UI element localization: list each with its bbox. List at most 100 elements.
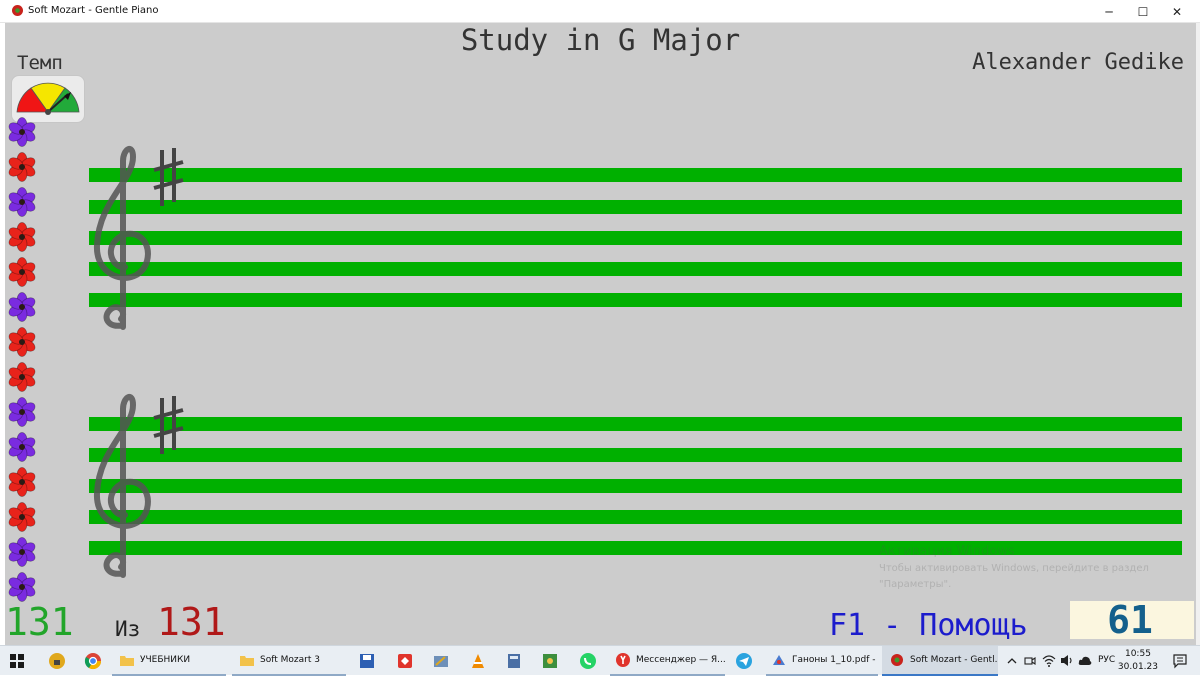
treble-staff-bottom <box>89 417 1182 557</box>
whatsapp-icon <box>580 653 596 669</box>
lock-app-icon <box>49 653 65 669</box>
purple-flower-icon <box>8 117 36 147</box>
note-counter-of-label: Из <box>115 617 141 641</box>
taskbar-chrome[interactable] <box>82 650 104 672</box>
window-edge <box>1196 23 1200 645</box>
purple-flower-icon <box>8 292 36 322</box>
taskbar-pinned-app[interactable] <box>394 650 416 672</box>
taskbar-item-folder[interactable]: Soft Mozart 3 <box>232 646 346 676</box>
windows-logo-icon <box>10 654 24 668</box>
maximize-icon: ☐ <box>1137 4 1149 19</box>
chrome-icon <box>84 653 102 670</box>
red-flower-icon <box>8 152 36 182</box>
app-window: Soft Mozart - Gentle Piano ─ ☐ ✕ Study i… <box>0 0 1200 645</box>
taskbar-pinned-app[interactable] <box>503 650 525 672</box>
staff-line <box>89 510 1182 524</box>
volume-icon[interactable] <box>1060 654 1074 667</box>
taskbar-pinned-app[interactable] <box>356 650 378 672</box>
purple-flower-icon <box>8 187 36 217</box>
taskbar-pinned-app[interactable] <box>46 650 68 672</box>
system-clock[interactable]: 10:55 30.01.23 <box>1118 648 1158 674</box>
treble-staff-top <box>89 168 1182 308</box>
status-bar: 131 Из 131 F1 - Помощь 61 <box>5 598 1196 645</box>
close-icon: ✕ <box>1171 4 1183 19</box>
tempo-gauge[interactable] <box>11 75 85 123</box>
control-panel-icon <box>543 654 557 668</box>
red-flower-icon <box>8 362 36 392</box>
red-flower-icon <box>8 222 36 252</box>
clock-date: 30.01.23 <box>1117 662 1158 672</box>
save-app-icon <box>360 654 374 668</box>
taskbar-item-label: Мессенджер — Я... <box>636 655 725 665</box>
windows-taskbar: УЧЕБНИКИ Soft Mozart 3 Мессенджер — Я...… <box>0 645 1200 676</box>
red-flower-icon <box>8 467 36 497</box>
flower-column <box>7 117 39 607</box>
taskbar-telegram[interactable] <box>733 650 755 672</box>
taskbar-pinned-app[interactable] <box>467 650 489 672</box>
clock-time: 10:55 <box>1124 649 1151 659</box>
tempo-value-box[interactable]: 61 <box>1070 598 1194 642</box>
watermark-text: Чтобы активировать Windows, перейдите в … <box>879 563 1149 574</box>
start-button[interactable] <box>6 650 28 672</box>
title-bar[interactable]: Soft Mozart - Gentle Piano ─ ☐ ✕ <box>0 0 1200 23</box>
taskbar-item-pdf[interactable]: Ганоны 1_10.pdf - ... <box>766 646 878 676</box>
taskbar-item-label: Soft Mozart - Gentl... <box>910 655 998 665</box>
red-flower-icon <box>8 257 36 287</box>
minimize-icon: ─ <box>1105 4 1113 19</box>
window-title: Soft Mozart - Gentle Piano <box>28 5 159 16</box>
meet-now-icon[interactable] <box>1024 655 1036 667</box>
key-signature-sharp-icon <box>153 396 184 454</box>
purple-flower-icon <box>8 397 36 427</box>
staff-line <box>89 231 1182 245</box>
close-button[interactable]: ✕ <box>1160 0 1194 23</box>
treble-clef-icon <box>93 393 151 578</box>
language-indicator[interactable]: РУС <box>1098 655 1115 665</box>
telegram-icon <box>736 653 752 669</box>
taskbar-item-soft-mozart[interactable]: Soft Mozart - Gentl... <box>882 646 998 676</box>
staff-line <box>89 200 1182 214</box>
staff-line <box>89 293 1182 307</box>
treble-clef-icon <box>93 145 151 330</box>
soft-mozart-app-icon <box>12 5 23 16</box>
folder-icon <box>240 656 254 666</box>
anydesk-icon <box>398 654 412 668</box>
taskbar-whatsapp[interactable] <box>577 650 599 672</box>
yandex-icon <box>616 653 630 667</box>
red-flower-icon <box>8 327 36 357</box>
staff-line <box>89 479 1182 493</box>
purple-flower-icon <box>8 537 36 567</box>
windows-activation-watermark: Активация Windows Чтобы активировать Win… <box>879 544 1149 591</box>
wifi-icon[interactable] <box>1042 654 1056 667</box>
pdf-reader-icon <box>773 655 785 665</box>
notifications-icon[interactable] <box>1172 653 1188 669</box>
minimize-button[interactable]: ─ <box>1092 0 1126 23</box>
watermark-title: Активация Windows <box>879 544 1015 559</box>
note-counter-current: 131 <box>5 600 74 644</box>
staff-line <box>89 448 1182 462</box>
taskbar-item-label: УЧЕБНИКИ <box>140 655 191 665</box>
taskbar-pinned-app[interactable] <box>430 650 452 672</box>
red-flower-icon <box>8 502 36 532</box>
taskbar-item-label: Ганоны 1_10.pdf - ... <box>792 655 878 665</box>
taskbar-item-messenger[interactable]: Мессенджер — Я... <box>610 646 725 676</box>
purple-flower-icon <box>8 432 36 462</box>
key-signature-sharp-icon <box>153 148 184 206</box>
taskbar-item-folder[interactable]: УЧЕБНИКИ <box>112 646 226 676</box>
onedrive-cloud-icon[interactable] <box>1078 655 1092 666</box>
taskbar-item-label: Soft Mozart 3 <box>260 655 320 665</box>
paint-app-icon <box>434 656 448 667</box>
soft-mozart-icon <box>891 654 903 666</box>
watermark-text-2: "Параметры". <box>879 579 952 590</box>
taskbar-pinned-app[interactable] <box>539 650 561 672</box>
help-hint[interactable]: F1 - Помощь <box>829 608 1028 643</box>
staff-line <box>89 417 1182 431</box>
tray-expand-icon[interactable] <box>1007 656 1017 666</box>
calculator-icon <box>508 654 520 668</box>
maximize-button[interactable]: ☐ <box>1126 0 1160 23</box>
staff-line <box>89 168 1182 182</box>
folder-icon <box>120 656 134 666</box>
note-counter-total: 131 <box>157 600 226 644</box>
composer-name: Alexander Gedike <box>972 50 1184 75</box>
tempo-label: Темп <box>17 52 63 74</box>
tempo-value: 61 <box>1107 598 1153 642</box>
